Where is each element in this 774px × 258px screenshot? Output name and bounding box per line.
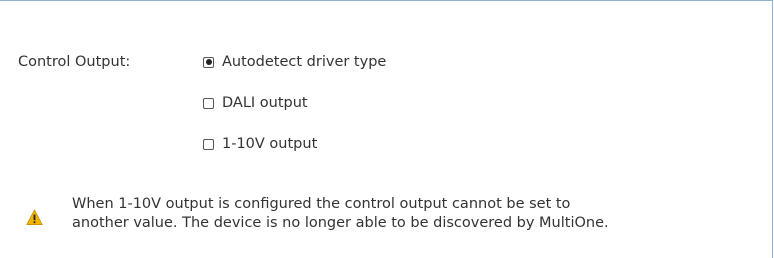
radio-option-1-10v[interactable]: 1-10V output: [203, 135, 317, 153]
radio-button-dali[interactable]: [203, 97, 214, 109]
warning-message: When 1-10V output is configured the cont…: [72, 195, 772, 233]
radio-button-autodetect[interactable]: [203, 56, 214, 68]
radio-option-autodetect[interactable]: Autodetect driver type: [203, 53, 386, 71]
control-output-panel: Control Output: Autodetect driver type D…: [0, 0, 773, 258]
control-output-label: Control Output:: [18, 54, 131, 70]
radio-label-autodetect[interactable]: Autodetect driver type: [222, 53, 386, 71]
radio-button-1-10v[interactable]: [203, 138, 214, 150]
warning-triangle-icon: [26, 209, 43, 226]
radio-label-1-10v[interactable]: 1-10V output: [222, 135, 317, 153]
warning-line-2: another value. The device is no longer a…: [72, 215, 609, 231]
radio-label-dali[interactable]: DALI output: [222, 94, 308, 112]
warning-line-1: When 1-10V output is configured the cont…: [72, 196, 571, 212]
radio-option-dali[interactable]: DALI output: [203, 94, 308, 112]
